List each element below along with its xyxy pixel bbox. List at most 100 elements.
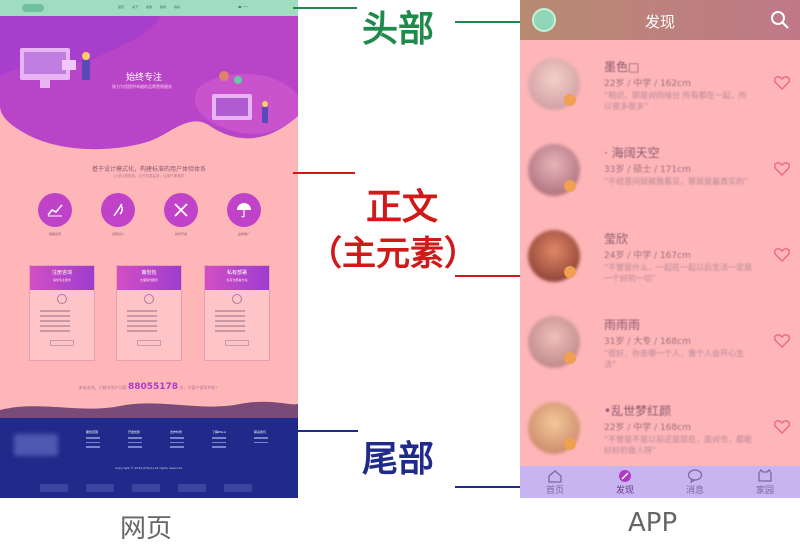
tab-label: 首页: [545, 486, 564, 496]
footer-label: 尾部: [362, 439, 435, 480]
tab-home[interactable]: 首页: [520, 466, 590, 498]
verified-badge: [564, 352, 576, 364]
service-label: 技术开发: [174, 232, 187, 236]
heart-icon[interactable]: [774, 420, 790, 434]
user-name: · 海阔天空: [604, 146, 660, 160]
chat-icon: [687, 469, 703, 483]
hero-title: 始终专注: [126, 73, 163, 83]
list-item[interactable]: 雨雨雨 31岁 / 大专 / 168cm “很好，你去哪一个人，像个人会开心生活…: [520, 302, 800, 388]
service-tools-icon[interactable]: [164, 193, 198, 227]
web-nav-item[interactable]: 关于: [132, 5, 138, 9]
user-info: 22岁 / 中学 / 168cm: [604, 423, 691, 433]
web-caption: 网页: [120, 514, 173, 544]
footer-logo-blurred: [14, 434, 58, 456]
footer-column: 联系我们: [254, 430, 268, 446]
service-label: 创意设计: [111, 232, 124, 236]
app-mockup: 发现 墨色□ 22岁 / 中学 / 162cm “相识，即是对的缘分 所有都在一…: [520, 0, 800, 498]
web-page-mockup: 首页 关于 案例 新闻 联系 ☎ ─── 始终专注 致力为您提供卓越的品牌营销服…: [0, 0, 298, 498]
card-title: 注册咨询: [51, 270, 72, 276]
app-caption: APP: [628, 508, 678, 538]
web-nav-item[interactable]: 联系: [174, 5, 180, 9]
user-name: 雨雨雨: [604, 318, 641, 332]
slogan-sub: 让设计更规范，让开发更高效，让用户更满意: [114, 174, 184, 178]
card-icon: [232, 294, 242, 304]
user-info: 33岁 / 硕士 / 171cm: [604, 165, 691, 175]
tab-discover[interactable]: 发现: [590, 466, 660, 498]
footer-col-title: 合作伙伴: [170, 430, 183, 434]
list-item[interactable]: · 海阔天空 33岁 / 硕士 / 171cm “不经意间就被我看见，那就是最真…: [520, 130, 800, 216]
service-design-icon[interactable]: [101, 193, 135, 227]
header-label: 头部: [362, 9, 435, 50]
user-name: •乱世梦红颜: [604, 404, 672, 418]
heart-icon[interactable]: [774, 76, 790, 90]
hotline-text: 来电咨询，已解决用户问题 88055178 次，为客户保驾护航！: [0, 382, 298, 392]
list-item[interactable]: 墨色□ 22岁 / 中学 / 162cm “相识，即是对的缘分 所有都在一起，所…: [520, 44, 800, 130]
card-title: 策划包: [141, 270, 157, 276]
body-label-sub: （主元素）: [308, 234, 478, 274]
service-chart-icon[interactable]: [38, 193, 72, 227]
user-info: 22岁 / 中学 / 162cm: [604, 79, 691, 89]
hotline-suffix: 次，为客户保驾护航！: [179, 385, 220, 390]
web-header: 首页 关于 案例 新闻 联系 ☎ ───: [0, 0, 298, 16]
service-label: 数据运营: [48, 232, 61, 236]
web-nav-item[interactable]: 首页: [118, 5, 124, 9]
footer-pointer-line-app: [455, 486, 530, 488]
app-header: 发现: [520, 0, 800, 40]
card-button[interactable]: [225, 340, 249, 346]
web-nav: 首页 关于 案例 新闻 联系: [118, 5, 180, 9]
heart-icon[interactable]: [774, 162, 790, 176]
user-info: 24岁 / 中学 / 167cm: [604, 251, 691, 261]
pricing-card: 注册咨询提供专业服务: [29, 265, 95, 361]
hotline-prefix: 来电咨询，已解决用户问题: [78, 385, 127, 390]
web-logo[interactable]: [22, 4, 44, 12]
list-item[interactable]: 莹欣 24岁 / 中学 / 167cm “不管是什么，一起在一起以后生活一定是一…: [520, 216, 800, 302]
card-title: 私有部署: [226, 270, 247, 276]
footer-copyright: Copyright © 2019 [DSLA] All rights reser…: [115, 466, 183, 470]
tab-label: 发现: [615, 486, 634, 496]
card-icon: [57, 294, 67, 304]
user-description: “不管是什么，一起在一起以后生活一定是一个好的一切”: [604, 263, 753, 283]
pricing-card: 私有部署 私有化部署方案: [204, 265, 270, 361]
web-nav-item[interactable]: 新闻: [160, 5, 166, 9]
heart-icon[interactable]: [774, 248, 790, 262]
footer-hills: [0, 401, 298, 420]
body-pointer-line: [293, 172, 355, 174]
header-pointer-line: [293, 7, 357, 9]
app-tabbar: 首页 发现 消息 家园: [520, 466, 800, 498]
card-subtitle: 提供专业服务: [52, 278, 71, 282]
footer-col-title: 开发优势: [128, 430, 141, 434]
footer-badges: [40, 484, 252, 492]
tab-label: 消息: [685, 486, 704, 496]
footer-col-title: 联系我们: [254, 430, 267, 434]
app-title: 发现: [644, 13, 675, 31]
user-name: 莹欣: [604, 232, 629, 246]
footer-column: 了解DSLA: [212, 430, 226, 451]
user-description: “不管是不是以前还是现在，面对也，都能好好的做人呀”: [604, 435, 753, 455]
footer-col-title: 服务范围: [86, 430, 99, 434]
verified-badge: [564, 94, 576, 106]
service-umbrella-icon[interactable]: [227, 193, 261, 227]
heart-icon[interactable]: [774, 334, 790, 348]
tab-homeland[interactable]: 家园: [730, 466, 800, 498]
search-icon[interactable]: [770, 10, 790, 30]
card-button[interactable]: [50, 340, 74, 346]
card-button[interactable]: [137, 340, 161, 346]
home-icon: [548, 470, 562, 483]
footer-pointer-line: [296, 430, 358, 432]
comparison-diagram: 首页 关于 案例 新闻 联系 ☎ ─── 始终专注 致力为您提供卓越的品牌营销服…: [0, 0, 800, 550]
card-subtitle: 全面策划服务: [139, 278, 158, 282]
card-icon: [144, 294, 154, 304]
user-description: “相识，即是对的缘分 所有都在一起，所以很多很多”: [604, 91, 747, 111]
footer-column: 服务范围: [86, 430, 100, 451]
hero-subtitle: 致力为您提供卓越的品牌营销服务: [112, 84, 172, 89]
user-info: 31岁 / 大专 / 168cm: [604, 337, 691, 347]
body-label: 正文: [366, 187, 439, 228]
slogan: 基于设计模式化，构建标准的用户体验体系: [91, 166, 206, 173]
user-description: “不经意间就被我看见，那就是最真实的”: [604, 177, 749, 186]
web-nav-item[interactable]: 案例: [146, 5, 152, 9]
header-pointer-line-app: [455, 21, 520, 23]
verified-badge: [564, 180, 576, 192]
list-item[interactable]: •乱世梦红颜 22岁 / 中学 / 168cm “不管是不是以前还是现在，面对也…: [520, 388, 800, 474]
cat-face-icon: [758, 469, 772, 482]
tab-messages[interactable]: 消息: [660, 466, 730, 498]
